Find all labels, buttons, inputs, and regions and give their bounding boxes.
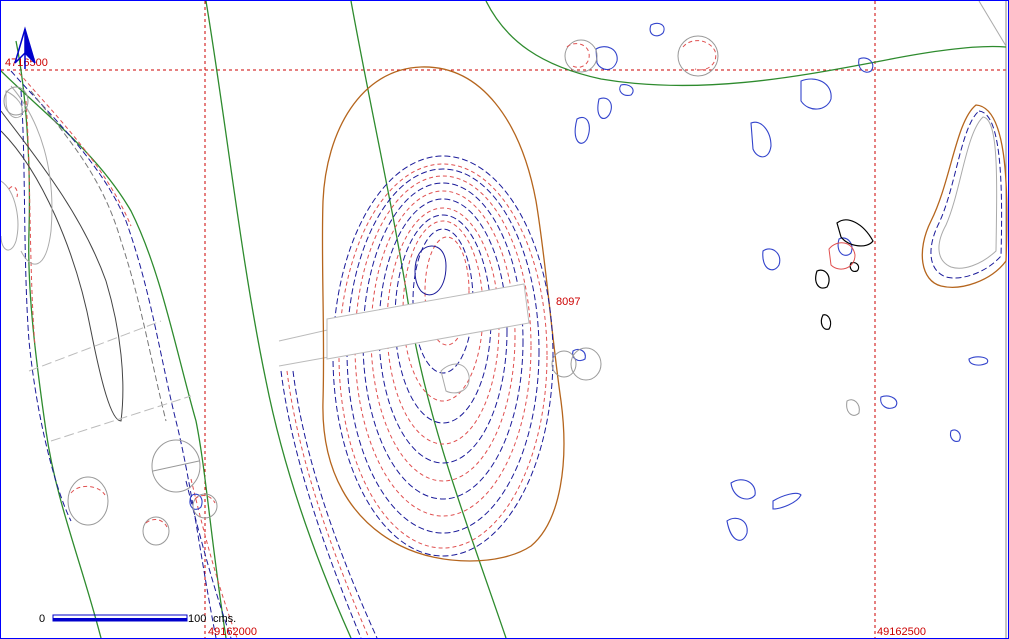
northing-label: 4716500: [5, 57, 48, 69]
left-valley-contours: [280, 370, 378, 638]
mound-contours: [332, 155, 554, 557]
contour-elevation-label: 8097: [556, 296, 580, 308]
scale-unit-label: cms.: [213, 613, 236, 625]
trench-band: [326, 283, 530, 360]
black-stones: [815, 219, 874, 330]
blue-stones: [189, 22, 989, 541]
corner-line: [978, 1, 1007, 47]
scale-start-label: 0: [39, 613, 45, 625]
easting-label-left: 49162000: [208, 626, 257, 638]
map-canvas: 4716500 8097 49162000 49162500 0 100 cms…: [1, 1, 1008, 638]
scale-bar: 0 100 cms.: [39, 613, 236, 625]
right-hollow: [921, 104, 1008, 288]
easting-label-right: 49162500: [877, 626, 926, 638]
gray-stones: [3, 35, 860, 546]
scale-end-label: 100: [188, 613, 206, 625]
red-outlined-stone: [828, 242, 856, 270]
survey-map[interactable]: 4716500 8097 49162000 49162500 0 100 cms…: [0, 0, 1009, 639]
